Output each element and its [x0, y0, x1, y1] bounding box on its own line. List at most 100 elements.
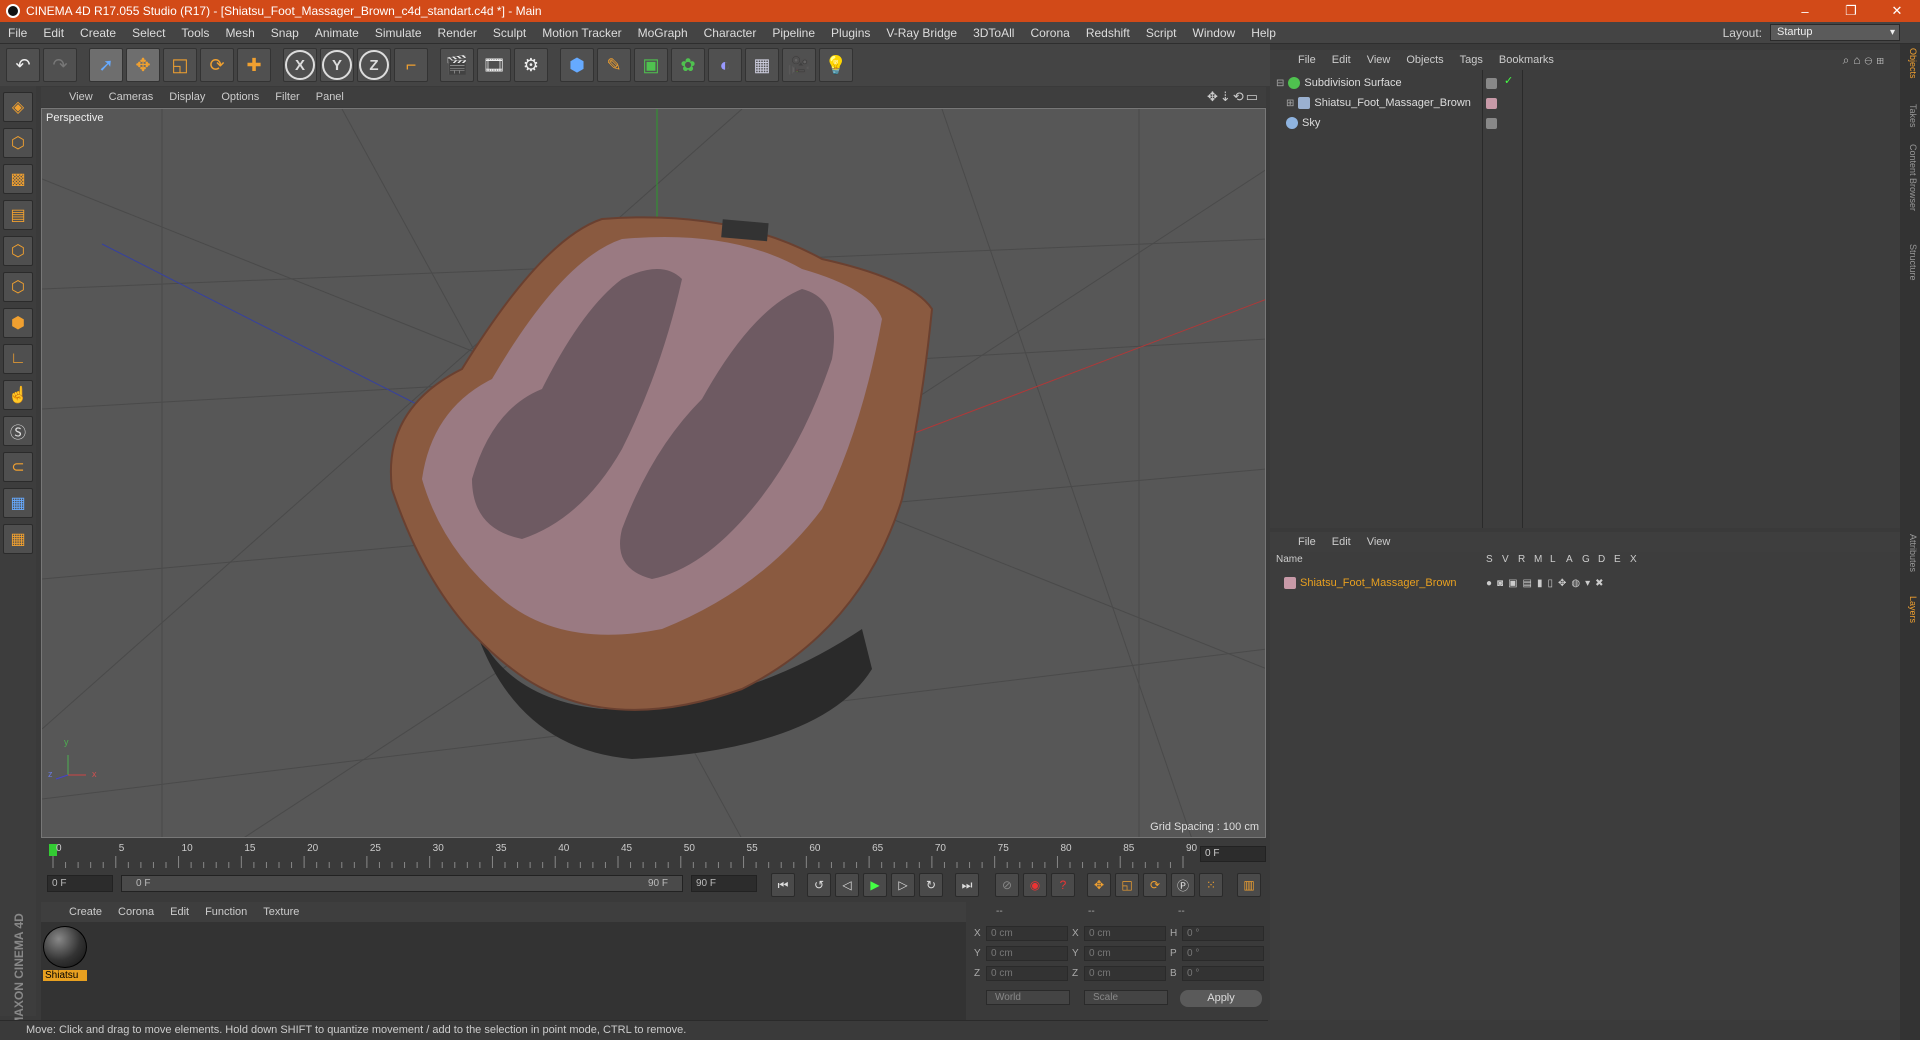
- apply-button[interactable]: Apply: [1180, 990, 1262, 1007]
- foot-massager-model[interactable]: [389, 216, 934, 759]
- points-mode-icon[interactable]: ⬡: [3, 236, 33, 266]
- coord-pos-z-field[interactable]: 0 cm: [986, 966, 1068, 981]
- menu-render[interactable]: Render: [430, 26, 485, 40]
- redo-icon[interactable]: ↷: [43, 48, 77, 82]
- next-key-icon[interactable]: ↻: [919, 873, 943, 897]
- coord-size-y-field[interactable]: 0 cm: [1084, 946, 1166, 961]
- coordinate-system-icon[interactable]: ⌐: [394, 48, 428, 82]
- om-menu-edit[interactable]: Edit: [1324, 54, 1359, 66]
- tab-content-browser[interactable]: Content Browser: [1902, 144, 1918, 211]
- menu-file[interactable]: File: [0, 26, 35, 40]
- model-mode-icon[interactable]: ⬡: [3, 128, 33, 158]
- x-axis-icon[interactable]: X: [283, 48, 317, 82]
- subdivision-icon[interactable]: ▣: [634, 48, 668, 82]
- make-editable-icon[interactable]: ◈: [3, 92, 33, 122]
- coord-mode-select[interactable]: Scale: [1084, 990, 1168, 1005]
- viewport-menu-display[interactable]: Display: [161, 91, 213, 103]
- select-icon[interactable]: ➚: [89, 48, 123, 82]
- rotate-icon[interactable]: ⟳: [200, 48, 234, 82]
- om-menu-bookmarks[interactable]: Bookmarks: [1491, 54, 1562, 66]
- workplane-lock-icon[interactable]: ▦: [3, 488, 33, 518]
- coord-rot-b-field[interactable]: 0 °: [1182, 966, 1264, 981]
- y-axis-icon[interactable]: Y: [320, 48, 354, 82]
- menu-animate[interactable]: Animate: [307, 26, 367, 40]
- menu-vray-bridge[interactable]: V-Ray Bridge: [878, 26, 965, 40]
- lm-menu-view[interactable]: View: [1359, 536, 1399, 548]
- material-menu-texture[interactable]: Texture: [255, 906, 307, 918]
- render-settings-icon[interactable]: ⚙: [514, 48, 548, 82]
- play-icon[interactable]: ▶: [863, 873, 887, 897]
- restore-button[interactable]: ❐: [1828, 3, 1874, 19]
- menu-pipeline[interactable]: Pipeline: [764, 26, 823, 40]
- layout-select[interactable]: Startup: [1770, 24, 1900, 41]
- material-menu-edit[interactable]: Edit: [162, 906, 197, 918]
- menu-simulate[interactable]: Simulate: [367, 26, 430, 40]
- material-thumbnail[interactable]: [43, 926, 87, 968]
- object-row-massager[interactable]: ⊞ Shiatsu_Foot_Massager_Brown: [1270, 94, 1900, 112]
- go-to-start-icon[interactable]: ⏮: [771, 873, 795, 897]
- viewport-navigation-icons[interactable]: ✥⇣⟲▭: [1207, 89, 1260, 105]
- material-menu-corona[interactable]: Corona: [110, 906, 162, 918]
- menu-plugins[interactable]: Plugins: [823, 26, 878, 40]
- current-frame-field[interactable]: 0 F: [1200, 846, 1266, 862]
- key-rotation-icon[interactable]: ⟳: [1143, 873, 1167, 897]
- coord-pos-y-field[interactable]: 0 cm: [986, 946, 1068, 961]
- grid-snap-icon[interactable]: ▦: [3, 524, 33, 554]
- autokey-icon[interactable]: ◉: [1023, 873, 1047, 897]
- om-menu-view[interactable]: View: [1359, 54, 1399, 66]
- cube-icon[interactable]: ⬢: [560, 48, 594, 82]
- add-icon[interactable]: ✚: [237, 48, 271, 82]
- object-row-sky[interactable]: Sky: [1270, 114, 1900, 132]
- move-icon[interactable]: ✥: [126, 48, 160, 82]
- material-name-label[interactable]: Shiatsu: [43, 970, 87, 981]
- prev-frame-icon[interactable]: ◁: [835, 873, 859, 897]
- layer-color-swatch[interactable]: [1284, 577, 1296, 589]
- material-menu-create[interactable]: Create: [61, 906, 110, 918]
- minimize-button[interactable]: –: [1782, 4, 1828, 19]
- keyframe-selection-icon[interactable]: ?: [1051, 873, 1075, 897]
- tab-layers[interactable]: Layers: [1902, 596, 1918, 623]
- polygons-mode-icon[interactable]: ⬢: [3, 308, 33, 338]
- scale-icon[interactable]: ◱: [163, 48, 197, 82]
- frame-range-slider[interactable]: 0 F 90 F: [121, 875, 683, 892]
- viewport-menu-panel[interactable]: Panel: [308, 91, 352, 103]
- tab-objects[interactable]: Objects: [1902, 48, 1918, 79]
- material-menu-function[interactable]: Function: [197, 906, 255, 918]
- enabled-check-icon[interactable]: ✓: [1504, 74, 1513, 87]
- render-region-icon[interactable]: 🎬: [440, 48, 474, 82]
- menu-tools[interactable]: Tools: [173, 26, 217, 40]
- tweak-mode-icon[interactable]: ☝: [3, 380, 33, 410]
- layer-row[interactable]: Shiatsu_Foot_Massager_Brown ●◙▣▤▮▯✥◍▾✖: [1270, 574, 1900, 592]
- start-frame-field[interactable]: 0 F: [47, 875, 113, 892]
- record-keys-icon[interactable]: ⊘: [995, 873, 1019, 897]
- next-frame-icon[interactable]: ▷: [891, 873, 915, 897]
- coord-rot-h-field[interactable]: 0 °: [1182, 926, 1264, 941]
- coord-space-select[interactable]: World: [986, 990, 1070, 1005]
- key-scale-icon[interactable]: ◱: [1115, 873, 1139, 897]
- menu-snap[interactable]: Snap: [263, 26, 307, 40]
- menu-3dtoall[interactable]: 3DToAll: [965, 26, 1022, 40]
- render-view-icon[interactable]: 🎞: [477, 48, 511, 82]
- go-to-end-icon[interactable]: ⏭: [955, 873, 979, 897]
- pen-icon[interactable]: ✎: [597, 48, 631, 82]
- menu-redshift[interactable]: Redshift: [1078, 26, 1138, 40]
- menu-character[interactable]: Character: [696, 26, 765, 40]
- floor-icon[interactable]: ▦: [745, 48, 779, 82]
- light-icon[interactable]: 💡: [819, 48, 853, 82]
- viewport-menu-options[interactable]: Options: [213, 91, 267, 103]
- timeline-ruler[interactable]: 0 5 10 15 20 25 30 35 40 45 50 55 60 65 70 75 80 85 90 0 F: [41, 840, 1266, 870]
- snap-icon[interactable]: Ⓢ: [3, 416, 33, 446]
- viewport-menu-filter[interactable]: Filter: [267, 91, 307, 103]
- key-pla-icon[interactable]: ⁙: [1199, 873, 1223, 897]
- om-menu-objects[interactable]: Objects: [1398, 54, 1451, 66]
- end-frame-field[interactable]: 90 F: [691, 875, 757, 892]
- coord-rot-p-field[interactable]: 0 °: [1182, 946, 1264, 961]
- om-menu-file[interactable]: File: [1290, 54, 1324, 66]
- coord-pos-x-field[interactable]: 0 cm: [986, 926, 1068, 941]
- menu-corona[interactable]: Corona: [1022, 26, 1077, 40]
- menu-edit[interactable]: Edit: [35, 26, 72, 40]
- coord-size-z-field[interactable]: 0 cm: [1084, 966, 1166, 981]
- key-position-icon[interactable]: ✥: [1087, 873, 1111, 897]
- menu-motion-tracker[interactable]: Motion Tracker: [534, 26, 629, 40]
- 3d-viewport[interactable]: y z x Perspective Grid Spacing : 100 cm: [41, 108, 1266, 838]
